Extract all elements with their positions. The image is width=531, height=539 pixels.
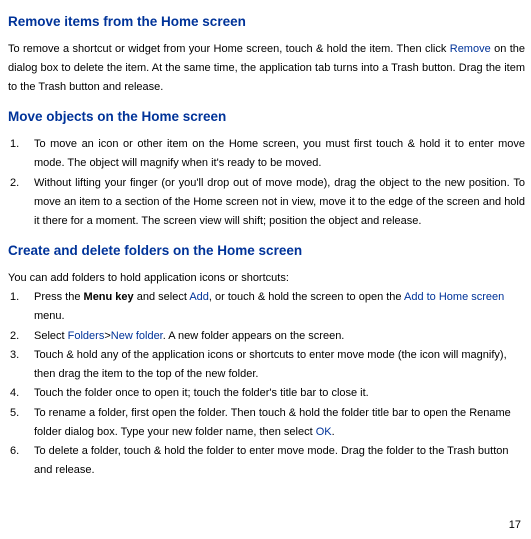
paragraph: To remove a shortcut or widget from your… [8,40,525,98]
add-home-label: Add to Home screen [404,291,504,303]
list-item: Touch & hold any of the application icon… [8,346,525,385]
text: To rename a folder, first open the folde… [34,407,511,438]
list-item: Without lifting your finger (or you'll d… [8,174,525,232]
heading-move-objects: Move objects on the Home screen [8,105,525,129]
list-item: To rename a folder, first open the folde… [8,404,525,443]
list-item: To delete a folder, touch & hold the fol… [8,442,525,481]
text: . A new folder appears on the screen. [163,330,345,342]
text: To remove a shortcut or widget from your… [8,43,450,55]
text: and select [134,291,190,303]
move-objects-list: To move an icon or other item on the Hom… [8,135,525,231]
add-label: Add [189,291,209,303]
folders-label: Folders [68,330,105,342]
section-move-objects: Move objects on the Home screen To move … [8,105,525,231]
text: Press the [34,291,84,303]
list-item: To move an icon or other item on the Hom… [8,135,525,174]
heading-remove-items: Remove items from the Home screen [8,10,525,34]
section-remove-items: Remove items from the Home screen To rem… [8,10,525,97]
ok-label: OK [316,426,332,438]
text: menu. [34,310,65,322]
page-number: 17 [509,516,521,535]
intro-text: You can add folders to hold application … [8,269,525,288]
list-item: Press the Menu key and select Add, or to… [8,288,525,327]
heading-create-folders: Create and delete folders on the Home sc… [8,239,525,263]
menu-key-label: Menu key [84,291,134,303]
text: Select [34,330,68,342]
list-item: Touch the folder once to open it; touch … [8,384,525,403]
text: , or touch & hold the screen to open the [209,291,404,303]
section-create-folders: Create and delete folders on the Home sc… [8,239,525,480]
text: . [332,426,335,438]
new-folder-label: New folder [111,330,163,342]
remove-link-text: Remove [450,43,491,55]
create-folders-list: Press the Menu key and select Add, or to… [8,288,525,481]
list-item: Select Folders>New folder. A new folder … [8,327,525,346]
